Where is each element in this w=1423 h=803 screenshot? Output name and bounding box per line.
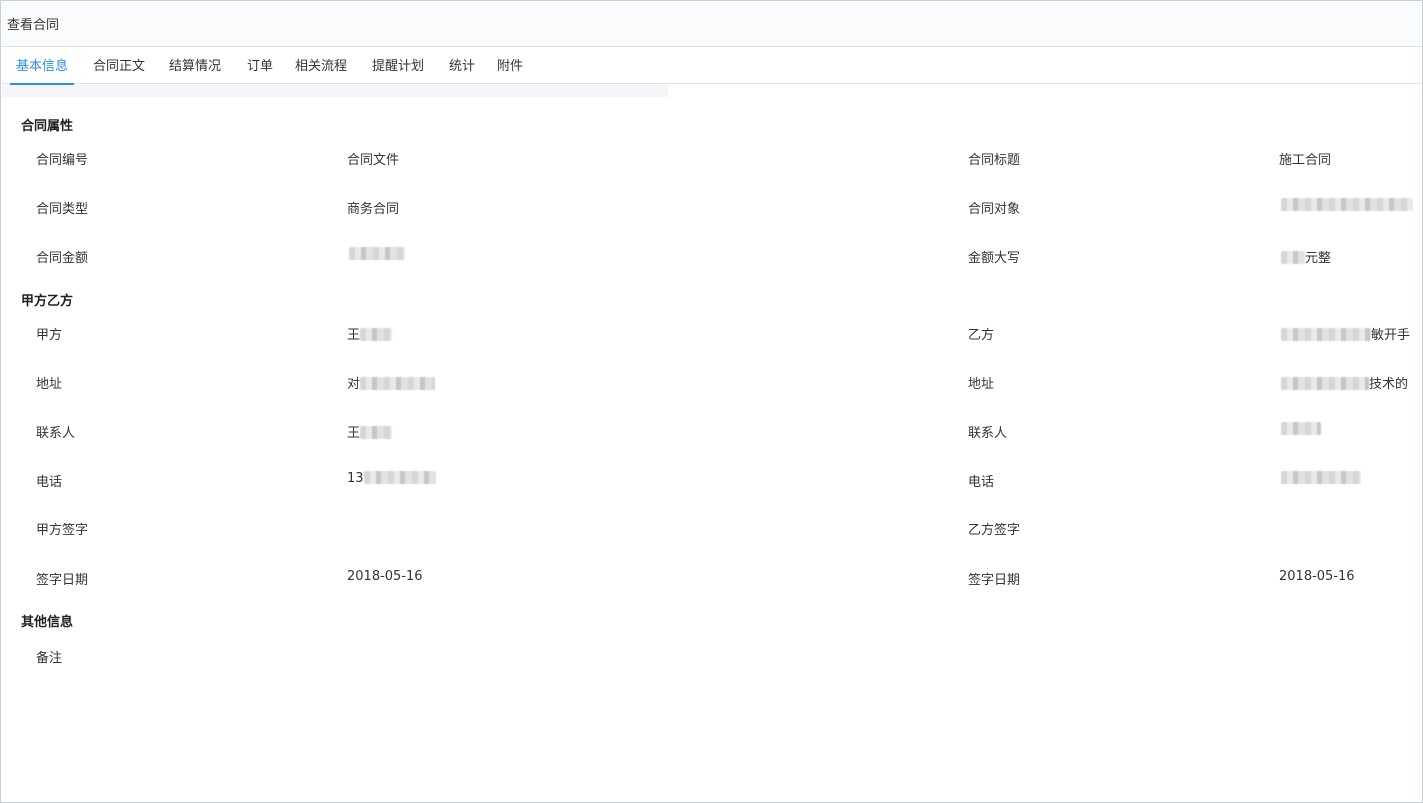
redacted-mark	[1281, 471, 1361, 484]
value-address-b: 技术的	[1281, 373, 1408, 392]
label-sign-date-a: 签字日期	[36, 573, 89, 588]
window-frame: 查看合同 基本信息 合同正文 结算情况 订单 相关流程 提醒计划 统计 附件 合…	[0, 0, 1423, 803]
redacted-mark	[360, 426, 393, 439]
label-sign-date-b: 签字日期	[968, 573, 1021, 588]
redacted-mark	[1281, 198, 1413, 211]
tab-basic-info[interactable]: 基本信息	[9, 48, 75, 85]
contract-detail: 合同属性 合同编号 合同文件 合同标题 施工合同 合同类型 商务合同 合同对象 …	[2, 97, 1422, 802]
label-phone-a: 电话	[36, 475, 63, 490]
tab-related-process[interactable]: 相关流程	[295, 48, 347, 84]
label-remark: 备注	[36, 651, 63, 666]
label-phone-b: 电话	[968, 475, 995, 490]
window-title: 查看合同	[7, 18, 60, 33]
redacted-mark	[349, 247, 405, 260]
value-contact-b	[1281, 422, 1321, 437]
value-contract-amount	[349, 247, 405, 262]
tab-underline-strip	[2, 85, 668, 97]
redacted-mark	[1281, 251, 1305, 264]
value-party-a: 王	[347, 324, 393, 343]
label-party-a: 甲方	[36, 328, 63, 343]
label-contract-object: 合同对象	[968, 202, 1021, 217]
label-contract-title: 合同标题	[968, 153, 1021, 168]
tab-bar: 基本信息 合同正文 结算情况 订单 相关流程 提醒计划 统计 附件	[2, 48, 1422, 85]
section-title-other: 其他信息	[21, 615, 74, 630]
tab-attachments[interactable]: 附件	[497, 48, 523, 84]
label-contact-b: 联系人	[968, 426, 1008, 441]
value-contract-title: 施工合同	[1279, 153, 1332, 168]
title-bar: 查看合同	[2, 2, 1422, 47]
tab-contract-text[interactable]: 合同正文	[93, 48, 145, 84]
label-address-a: 地址	[36, 377, 63, 392]
label-contract-number: 合同编号	[36, 153, 89, 168]
value-contact-a: 王	[347, 422, 393, 441]
value-sign-date-b: 2018-05-16	[1279, 569, 1355, 584]
value-amount-caps: 元整	[1281, 247, 1331, 266]
redacted-mark	[1281, 377, 1369, 390]
value-contract-number: 合同文件	[347, 153, 400, 168]
redacted-mark	[360, 377, 436, 390]
tab-orders[interactable]: 订单	[247, 48, 273, 84]
value-contract-object	[1281, 198, 1413, 213]
value-party-b: 敏开手	[1281, 324, 1410, 343]
section-title-parties: 甲方乙方	[21, 294, 74, 309]
label-contact-a: 联系人	[36, 426, 76, 441]
label-sign-b: 乙方签字	[968, 523, 1021, 538]
redacted-mark	[363, 471, 436, 484]
value-phone-a: 13	[347, 471, 436, 486]
redacted-mark	[360, 328, 393, 341]
label-address-b: 地址	[968, 377, 995, 392]
tab-reminder-plan[interactable]: 提醒计划	[372, 48, 424, 84]
label-party-b: 乙方	[968, 328, 995, 343]
value-address-a: 对	[347, 373, 436, 392]
tab-settlement[interactable]: 结算情况	[169, 48, 221, 84]
label-contract-amount: 合同金额	[36, 251, 89, 266]
label-amount-caps: 金额大写	[968, 251, 1021, 266]
value-phone-b	[1281, 471, 1361, 486]
section-title-contract: 合同属性	[21, 119, 74, 134]
label-contract-type: 合同类型	[36, 202, 89, 217]
value-contract-type: 商务合同	[347, 202, 400, 217]
redacted-mark	[1281, 328, 1371, 341]
redacted-mark	[1281, 422, 1321, 435]
tab-statistics[interactable]: 统计	[449, 48, 475, 84]
label-sign-a: 甲方签字	[36, 523, 89, 538]
value-sign-date-a: 2018-05-16	[347, 569, 423, 584]
